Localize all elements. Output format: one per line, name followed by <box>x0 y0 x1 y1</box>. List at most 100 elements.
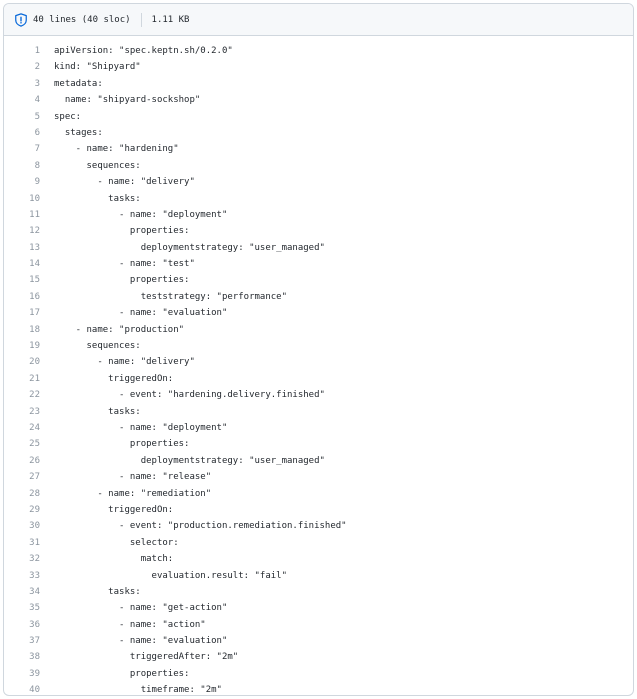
line-number[interactable]: 8 <box>4 158 54 174</box>
line-number[interactable]: 5 <box>4 109 54 125</box>
code-line: 13 deploymentstrategy: "user_managed" <box>4 240 633 256</box>
line-number[interactable]: 14 <box>4 256 54 272</box>
file-viewer: 40 lines (40 sloc) 1.11 KB 1 apiVersion: … <box>3 3 634 696</box>
line-number[interactable]: 40 <box>4 682 54 695</box>
line-number[interactable]: 25 <box>4 436 54 452</box>
code-line: 6 stages: <box>4 125 633 141</box>
line-number[interactable]: 30 <box>4 518 54 534</box>
code-text: - name: "delivery" <box>54 177 195 188</box>
line-number[interactable]: 13 <box>4 240 54 256</box>
code-text: - name: "remediation" <box>54 488 212 499</box>
code-text: teststrategy: "performance" <box>54 291 287 302</box>
code-line: 32 match: <box>4 551 633 567</box>
line-number[interactable]: 24 <box>4 420 54 436</box>
code-line: 20 - name: "delivery" <box>4 354 633 370</box>
code-body: 1 apiVersion: "spec.keptn.sh/0.2.0" 2 kind:… <box>4 36 633 695</box>
code-line: 31 selector: <box>4 535 633 551</box>
file-size-text: 1.11 KB <box>151 14 190 25</box>
line-number[interactable]: 12 <box>4 223 54 239</box>
code-text: name: "shipyard-sockshop" <box>54 95 201 106</box>
code-text: properties: <box>54 226 190 237</box>
line-number[interactable]: 16 <box>4 289 54 305</box>
code-line: 12 properties: <box>4 223 633 239</box>
code-line: 29 triggeredOn: <box>4 502 633 518</box>
line-number[interactable]: 34 <box>4 584 54 600</box>
code-text: evaluation.result: "fail" <box>54 570 287 581</box>
code-text: tasks: <box>54 406 141 417</box>
code-line: 22 - event: "hardening.delivery.finished… <box>4 387 633 403</box>
code-text: match: <box>54 554 174 565</box>
line-number[interactable]: 7 <box>4 141 54 157</box>
line-number[interactable]: 18 <box>4 322 54 338</box>
code-text: - name: "test" <box>54 259 195 270</box>
code-line: 11 - name: "deployment" <box>4 207 633 223</box>
line-number[interactable]: 2 <box>4 59 54 75</box>
code-text: tasks: <box>54 193 141 204</box>
line-number[interactable]: 6 <box>4 125 54 141</box>
code-text: - name: "evaluation" <box>54 636 228 647</box>
code-line: 26 deploymentstrategy: "user_managed" <box>4 453 633 469</box>
code-line: 15 properties: <box>4 272 633 288</box>
line-number[interactable]: 21 <box>4 371 54 387</box>
line-number[interactable]: 15 <box>4 272 54 288</box>
code-text: triggeredAfter: "2m" <box>54 652 239 663</box>
line-number[interactable]: 39 <box>4 666 54 682</box>
code-text: properties: <box>54 668 190 679</box>
line-number[interactable]: 27 <box>4 469 54 485</box>
line-number[interactable]: 32 <box>4 551 54 567</box>
line-number[interactable]: 20 <box>4 354 54 370</box>
code-text: - event: "production.remediation.finishe… <box>54 521 347 532</box>
line-count-text: 40 lines (40 sloc) <box>33 14 131 25</box>
code-line: 7 - name: "hardening" <box>4 141 633 157</box>
line-number[interactable]: 10 <box>4 191 54 207</box>
line-number[interactable]: 19 <box>4 338 54 354</box>
line-number[interactable]: 17 <box>4 305 54 321</box>
line-number[interactable]: 4 <box>4 92 54 108</box>
line-number[interactable]: 37 <box>4 633 54 649</box>
code-line: 16 teststrategy: "performance" <box>4 289 633 305</box>
code-line: 28 - name: "remediation" <box>4 486 633 502</box>
line-number[interactable]: 9 <box>4 174 54 190</box>
code-line: 17 - name: "evaluation" <box>4 305 633 321</box>
code-line: 23 tasks: <box>4 404 633 420</box>
code-line: 30 - event: "production.remediation.fini… <box>4 518 633 534</box>
line-number[interactable]: 23 <box>4 404 54 420</box>
line-number[interactable]: 3 <box>4 76 54 92</box>
line-number[interactable]: 31 <box>4 535 54 551</box>
code-text: sequences: <box>54 341 141 352</box>
shield-icon[interactable] <box>14 12 28 27</box>
line-number[interactable]: 29 <box>4 502 54 518</box>
line-number[interactable]: 35 <box>4 600 54 616</box>
code-line: 4 name: "shipyard-sockshop" <box>4 92 633 108</box>
line-number[interactable]: 38 <box>4 649 54 665</box>
line-number[interactable]: 33 <box>4 568 54 584</box>
code-line: 33 evaluation.result: "fail" <box>4 568 633 584</box>
code-line: 10 tasks: <box>4 191 633 207</box>
line-number[interactable]: 26 <box>4 453 54 469</box>
code-text: triggeredOn: <box>54 504 174 515</box>
code-line: 18 - name: "production" <box>4 322 633 338</box>
code-text: tasks: <box>54 586 141 597</box>
code-line: 27 - name: "release" <box>4 469 633 485</box>
code-text: metadata: <box>54 78 103 89</box>
code-text: sequences: <box>54 160 141 171</box>
header-divider <box>140 12 142 27</box>
code-line: 9 - name: "delivery" <box>4 174 633 190</box>
line-number[interactable]: 28 <box>4 486 54 502</box>
line-number[interactable]: 11 <box>4 207 54 223</box>
line-number[interactable]: 1 <box>4 43 54 59</box>
code-text: - name: "hardening" <box>54 144 179 155</box>
code-line: 37 - name: "evaluation" <box>4 633 633 649</box>
code-text: deploymentstrategy: "user_managed" <box>54 242 325 253</box>
line-number[interactable]: 36 <box>4 617 54 633</box>
code-text: - name: "deployment" <box>54 422 228 433</box>
code-text: kind: "Shipyard" <box>54 62 141 73</box>
code-line: 40 timeframe: "2m" <box>4 682 633 695</box>
line-number[interactable]: 22 <box>4 387 54 403</box>
code-line: 3 metadata: <box>4 76 633 92</box>
code-text: - event: "hardening.delivery.finished" <box>54 390 325 401</box>
code-text: - name: "action" <box>54 619 206 630</box>
code-text: spec: <box>54 111 82 122</box>
code-text: stages: <box>54 127 103 138</box>
code-line: 21 triggeredOn: <box>4 371 633 387</box>
